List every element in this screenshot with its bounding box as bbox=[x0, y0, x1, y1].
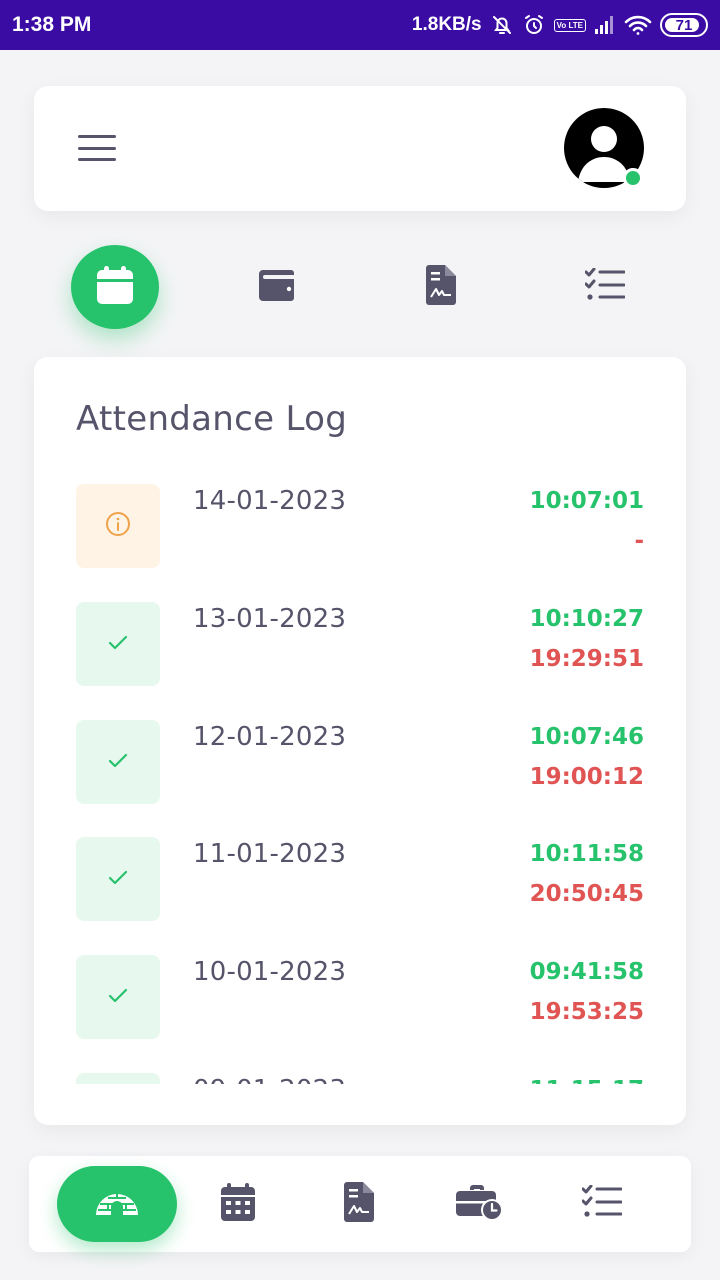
nav-work-hours[interactable] bbox=[420, 1166, 540, 1242]
attendance-log-title: Attendance Log bbox=[76, 399, 348, 439]
checklist-icon bbox=[581, 1184, 623, 1223]
briefcase-clock-icon bbox=[456, 1183, 504, 1225]
nav-calendar[interactable] bbox=[178, 1166, 298, 1242]
clock-in-time: 10:07:01 bbox=[529, 488, 644, 514]
clock-in-time: 10:07:46 bbox=[529, 723, 644, 750]
attendance-status-badge bbox=[76, 837, 160, 922]
check-icon bbox=[106, 983, 130, 1011]
battery-icon: 71 bbox=[660, 13, 708, 37]
nav-documents[interactable] bbox=[299, 1166, 419, 1242]
notifications-off-icon bbox=[490, 13, 514, 37]
bottom-navigation bbox=[29, 1156, 691, 1252]
nav-home[interactable] bbox=[57, 1166, 177, 1242]
signal-icon bbox=[594, 15, 616, 35]
attendance-row[interactable]: 14-01-2023 10:07:01 - bbox=[34, 484, 686, 602]
quick-action-calendar[interactable] bbox=[71, 245, 159, 329]
check-icon bbox=[106, 630, 130, 658]
quick-action-tasks[interactable] bbox=[561, 245, 649, 329]
attendance-date: 13-01-2023 bbox=[193, 603, 347, 634]
attendance-date: 14-01-2023 bbox=[193, 486, 347, 516]
clock-in-time: 09:41:58 bbox=[529, 959, 644, 985]
calendar-icon bbox=[97, 266, 133, 308]
attendance-status-badge bbox=[76, 955, 160, 1039]
attendance-date: 10-01-2023 bbox=[193, 957, 347, 987]
volte-icon: Vo LTE bbox=[553, 18, 586, 32]
check-icon bbox=[106, 865, 130, 893]
attendance-date: 12-01-2023 bbox=[193, 721, 347, 752]
attendance-status-badge bbox=[76, 484, 160, 568]
status-time: 1:38 PM bbox=[12, 13, 92, 36]
attendance-row[interactable]: 10-01-2023 09:41:58 19:53:25 bbox=[34, 955, 686, 1073]
clock-in-time: 10:10:27 bbox=[529, 605, 644, 632]
attendance-status-badge bbox=[76, 601, 160, 686]
clock-in-time: 10:11:58 bbox=[529, 841, 644, 868]
clock-out-time: 20:50:45 bbox=[529, 881, 644, 908]
attendance-log-list[interactable]: 14-01-2023 10:07:01 - 13-01-2023 10:10:27 19:… bbox=[34, 484, 686, 1084]
attendance-row[interactable]: 13-01-2023 10:10:27 19:29:51 bbox=[34, 601, 686, 720]
quick-action-documents[interactable] bbox=[397, 245, 485, 329]
wallet-icon bbox=[259, 268, 297, 306]
info-icon bbox=[105, 511, 131, 541]
battery-level: 71 bbox=[675, 16, 693, 34]
attendance-date: 09-01-2023 bbox=[193, 1075, 346, 1084]
nav-tasks[interactable] bbox=[542, 1166, 662, 1242]
header-card bbox=[34, 86, 686, 211]
calendar-grid-icon bbox=[221, 1183, 255, 1225]
online-status-dot bbox=[623, 168, 643, 188]
wifi-icon bbox=[624, 14, 652, 36]
clock-out-time: 19:53:25 bbox=[529, 999, 644, 1025]
attendance-row[interactable]: 11-01-2023 10:11:58 20:50:45 bbox=[34, 837, 686, 955]
alarm-icon bbox=[522, 13, 546, 37]
network-speed: 1.8KB/s bbox=[411, 14, 482, 35]
hamburger-menu-icon[interactable] bbox=[78, 132, 116, 164]
attendance-row[interactable]: 12-01-2023 10:07:46 19:00:12 bbox=[34, 719, 686, 838]
document-signature-icon bbox=[344, 1182, 374, 1226]
clock-in-time: 11:15:17 bbox=[530, 1077, 644, 1084]
attendance-row[interactable]: 09-01-2023 11:15:17 bbox=[34, 1072, 686, 1084]
clock-out-time: - bbox=[634, 528, 644, 554]
attendance-date: 11-01-2023 bbox=[193, 839, 347, 870]
quick-action-wallet[interactable] bbox=[234, 245, 322, 329]
attendance-status-badge bbox=[76, 719, 160, 804]
status-indicators: 1.8KB/s Vo LTE 71 bbox=[412, 13, 708, 37]
checklist-icon bbox=[584, 267, 626, 306]
clock-out-time: 19:29:51 bbox=[529, 645, 644, 672]
status-bar: 1:38 PM 1.8KB/s Vo LTE 71 bbox=[0, 0, 720, 50]
document-signature-icon bbox=[426, 265, 456, 309]
check-icon bbox=[106, 748, 130, 776]
attendance-status-badge bbox=[76, 1072, 160, 1084]
home-igloo-icon bbox=[94, 1186, 140, 1222]
attendance-log-card: Attendance Log 14-01-2023 10:07:01 - 13-01-… bbox=[34, 357, 686, 1125]
clock-out-time: 19:00:12 bbox=[529, 763, 644, 790]
